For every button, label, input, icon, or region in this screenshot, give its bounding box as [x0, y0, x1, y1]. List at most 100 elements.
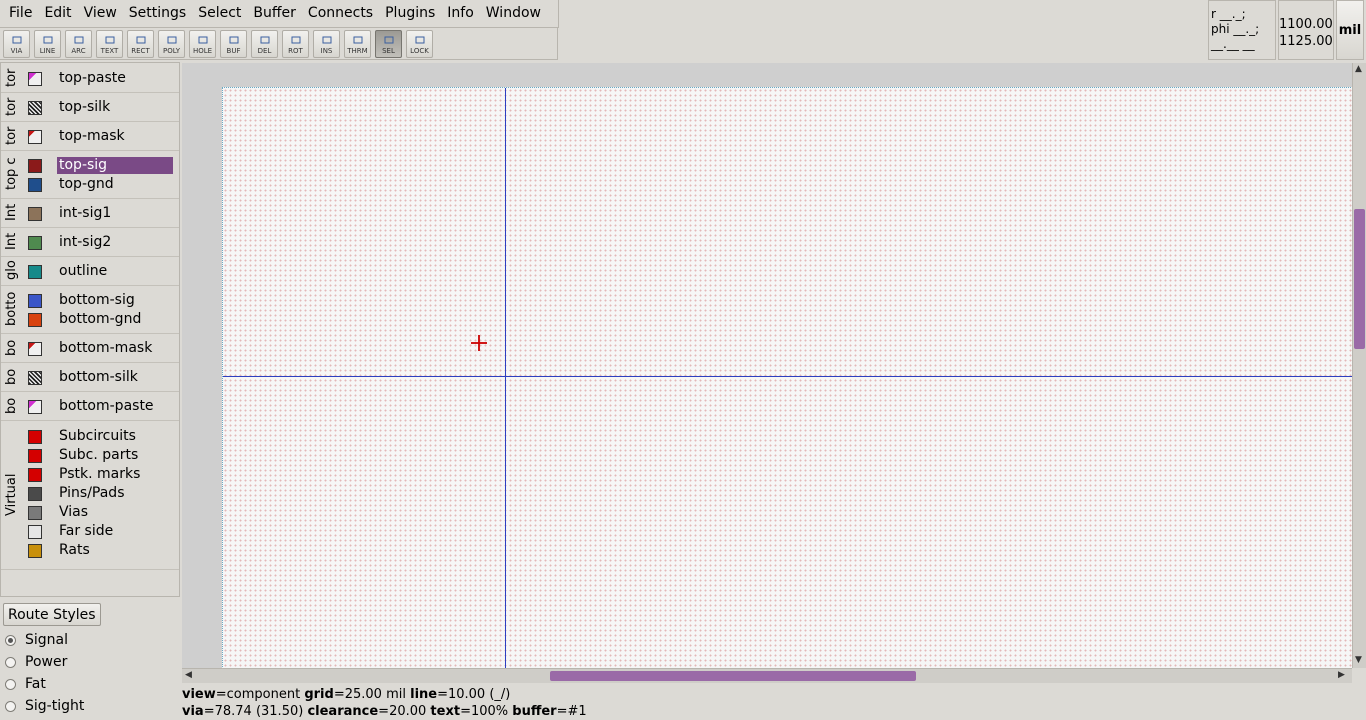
layer-color-swatch[interactable] [28, 341, 42, 356]
menu-view[interactable]: View [78, 0, 123, 27]
layer-color-swatch[interactable] [28, 264, 42, 279]
route-style-sig-tight[interactable]: Sig-tight [5, 698, 84, 714]
route-style-signal[interactable]: Signal [5, 632, 68, 648]
select-arrow-icon [384, 36, 393, 43]
horizontal-scrollbar[interactable]: ◀ ▶ [182, 668, 1352, 683]
layer-group-label[interactable]: Int [4, 229, 20, 254]
layer-color-swatch[interactable] [28, 429, 42, 444]
layer-color-swatch[interactable] [28, 524, 42, 539]
radio-button[interactable] [5, 634, 16, 646]
layer-color-swatch[interactable] [28, 235, 42, 250]
layer-group-label[interactable]: Int [4, 200, 20, 225]
layer-item-pins-pads[interactable]: Pins/Pads [28, 484, 173, 503]
tool-lock-button[interactable]: LOCK [406, 29, 433, 58]
layer-item-bottom-paste[interactable]: bottom-paste [28, 397, 173, 416]
layer-item-subcircuits[interactable]: Subcircuits [28, 427, 173, 446]
vertical-scroll-thumb[interactable] [1354, 209, 1365, 349]
pcb-canvas[interactable] [182, 63, 1352, 668]
layer-color-swatch[interactable] [28, 100, 42, 115]
layer-item-top-silk[interactable]: top-silk [28, 98, 173, 117]
layer-group-label[interactable]: tor [4, 123, 20, 148]
unit-toggle-button[interactable]: mil [1336, 0, 1364, 60]
tool-del-button[interactable]: DEL [251, 29, 278, 58]
tool-via-button[interactable]: VIA [3, 29, 30, 58]
menu-settings[interactable]: Settings [123, 0, 192, 27]
menu-plugins[interactable]: Plugins [379, 0, 441, 27]
tool-rect-button[interactable]: RECT [127, 29, 154, 58]
route-style-label: Fat [25, 676, 46, 692]
tool-buf-button[interactable]: BUF [220, 29, 247, 58]
layer-item-pstk-marks[interactable]: Pstk. marks [28, 465, 173, 484]
layer-item-int-sig2[interactable]: int-sig2 [28, 233, 173, 252]
layer-color-swatch[interactable] [28, 312, 42, 327]
radio-button[interactable] [5, 656, 16, 668]
layer-item-far-side[interactable]: Far side [28, 522, 173, 541]
tool-label: SEL [382, 46, 395, 55]
scroll-down-icon[interactable]: ▼ [1355, 655, 1362, 665]
radio-button[interactable] [5, 678, 16, 690]
layer-color-swatch[interactable] [28, 370, 42, 385]
tool-hole-button[interactable]: HOLE [189, 29, 216, 58]
layer-color-swatch[interactable] [28, 399, 42, 414]
tool-arc-button[interactable]: ARC [65, 29, 92, 58]
layer-group-label[interactable]: tor [4, 94, 20, 119]
layer-group-label[interactable]: Virtual [4, 423, 20, 567]
menu-edit[interactable]: Edit [38, 0, 77, 27]
layer-item-vias[interactable]: Vias [28, 503, 173, 522]
layer-group-label[interactable]: bo [4, 364, 20, 389]
layer-group-label[interactable]: tor [4, 65, 20, 90]
scroll-left-icon[interactable]: ◀ [185, 670, 192, 680]
layer-item-int-sig1[interactable]: int-sig1 [28, 204, 173, 223]
layer-color-swatch[interactable] [28, 505, 42, 520]
layer-color-swatch[interactable] [28, 448, 42, 463]
radio-button[interactable] [5, 700, 16, 712]
tool-text-button[interactable]: TEXT [96, 29, 123, 58]
layer-item-top-paste[interactable]: top-paste [28, 69, 173, 88]
layer-color-swatch[interactable] [28, 158, 42, 173]
layer-item-bottom-silk[interactable]: bottom-silk [28, 368, 173, 387]
layer-item-top-sig[interactable]: top-sig [28, 156, 173, 175]
scroll-up-icon[interactable]: ▲ [1355, 64, 1362, 74]
menu-file[interactable]: File [0, 0, 38, 27]
route-style-power[interactable]: Power [5, 654, 67, 670]
menu-info[interactable]: Info [441, 0, 480, 27]
menu-window[interactable]: Window [480, 0, 547, 27]
layer-item-bottom-gnd[interactable]: bottom-gnd [28, 310, 173, 329]
tool-sel-button[interactable]: SEL [375, 29, 402, 58]
layer-group-label[interactable]: glo [4, 258, 20, 283]
route-styles-button[interactable]: Route Styles [3, 603, 101, 626]
layer-name: top-sig [57, 157, 173, 174]
horizontal-scroll-thumb[interactable] [550, 671, 916, 681]
scroll-right-icon[interactable]: ▶ [1338, 670, 1345, 680]
tool-thrm-button[interactable]: THRM [344, 29, 371, 58]
menu-select[interactable]: Select [192, 0, 247, 27]
layer-color-swatch[interactable] [28, 543, 42, 558]
layer-item-bottom-sig[interactable]: bottom-sig [28, 291, 173, 310]
route-style-fat[interactable]: Fat [5, 676, 46, 692]
layer-item-outline[interactable]: outline [28, 262, 173, 281]
layer-color-swatch[interactable] [28, 129, 42, 144]
tool-poly-button[interactable]: POLY [158, 29, 185, 58]
layer-item-top-gnd[interactable]: top-gnd [28, 175, 173, 194]
layer-color-swatch[interactable] [28, 467, 42, 482]
layer-color-swatch[interactable] [28, 177, 42, 192]
layer-item-subc-parts[interactable]: Subc. parts [28, 446, 173, 465]
layer-item-top-mask[interactable]: top-mask [28, 127, 173, 146]
layer-group-label[interactable]: top c [4, 152, 20, 196]
layer-color-swatch[interactable] [28, 293, 42, 308]
tool-rot-button[interactable]: ROT [282, 29, 309, 58]
layer-color-swatch[interactable] [28, 206, 42, 221]
menu-buffer[interactable]: Buffer [247, 0, 302, 27]
tool-ins-button[interactable]: INS [313, 29, 340, 58]
board-area[interactable] [222, 87, 1352, 668]
layer-item-bottom-mask[interactable]: bottom-mask [28, 339, 173, 358]
menu-connects[interactable]: Connects [302, 0, 379, 27]
layer-color-swatch[interactable] [28, 486, 42, 501]
layer-item-rats[interactable]: Rats [28, 541, 173, 560]
tool-line-button[interactable]: LINE [34, 29, 61, 58]
layer-group-label[interactable]: bo [4, 393, 20, 418]
layer-color-swatch[interactable] [28, 71, 42, 86]
vertical-scrollbar[interactable]: ▲ ▼ [1352, 63, 1366, 668]
layer-group-label[interactable]: botto [4, 287, 20, 331]
layer-group-label[interactable]: bo [4, 335, 20, 360]
